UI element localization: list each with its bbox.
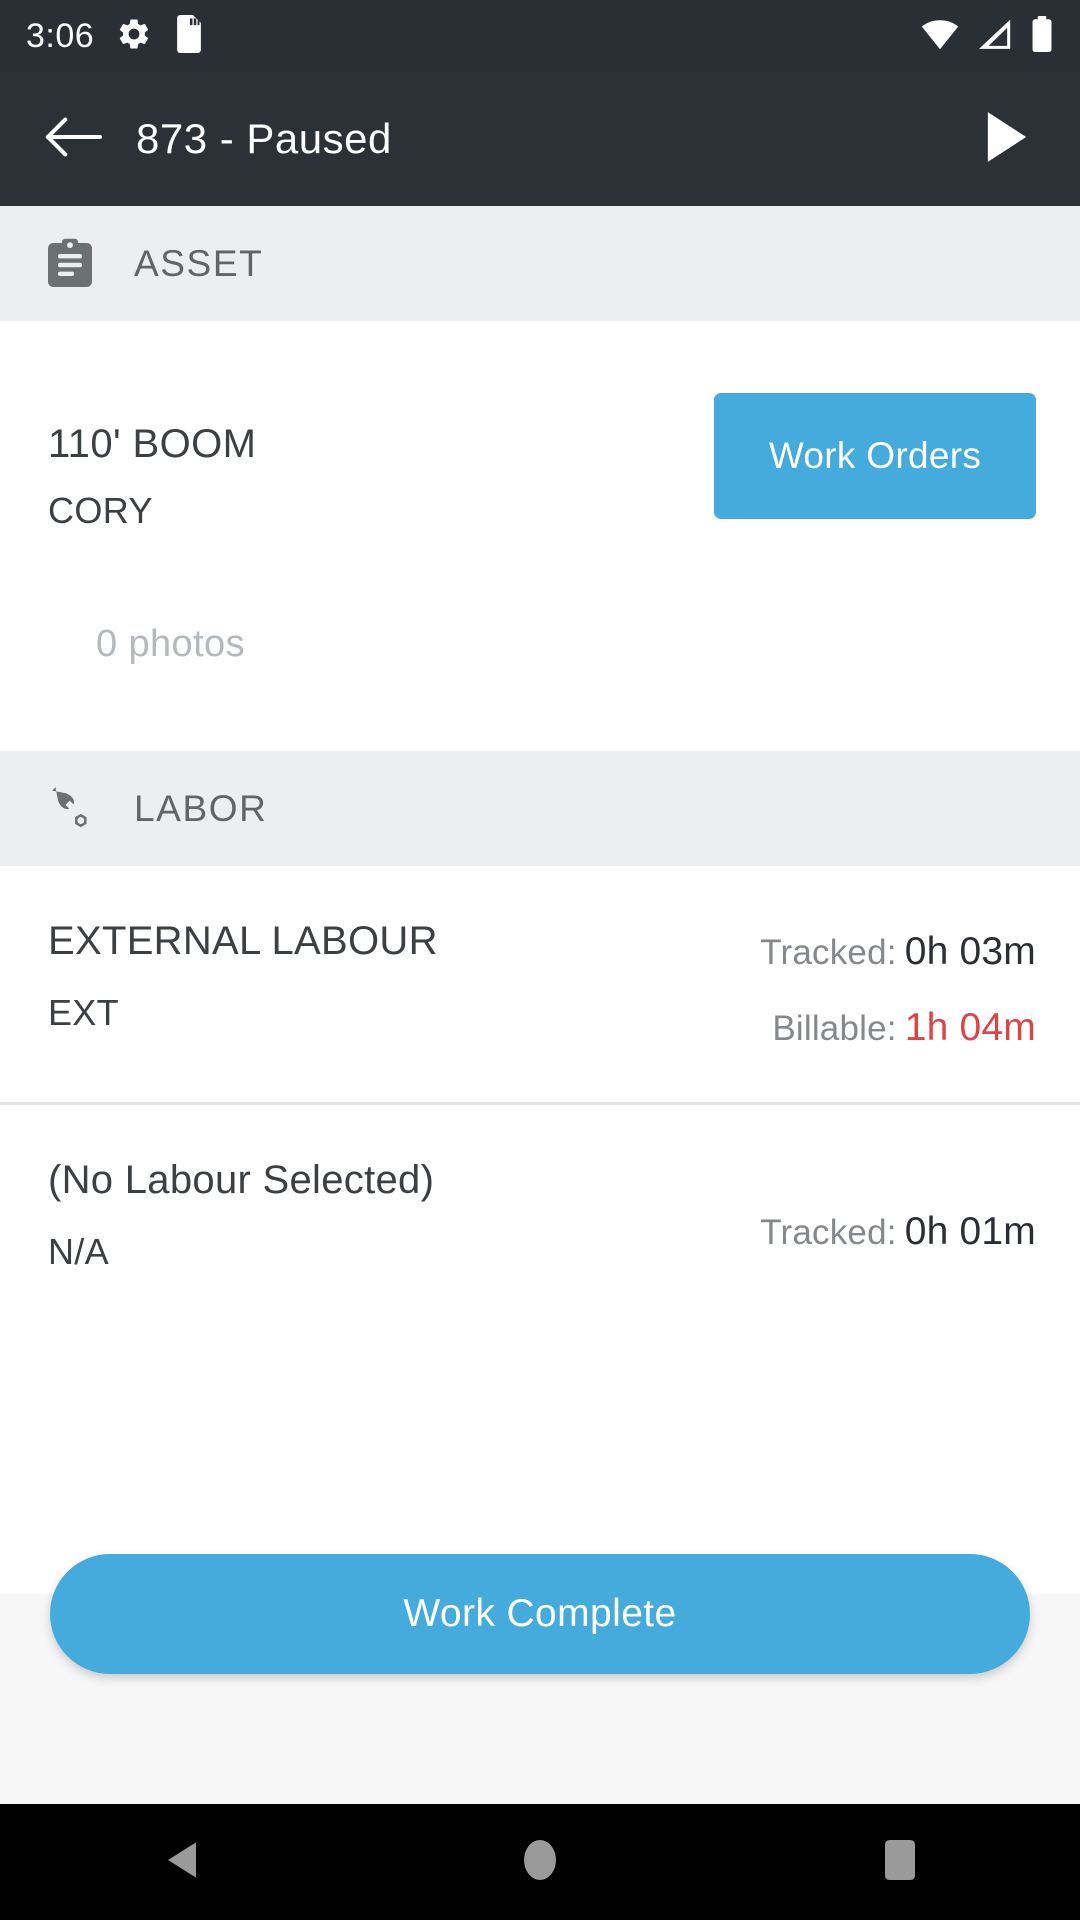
asset-text-block: 110' BOOM CORY [48,393,256,532]
nav-home-button[interactable] [465,1804,615,1920]
tracked-label: Tracked: [760,933,897,972]
status-bar-left: 3:06 [26,14,204,58]
work-orders-button[interactable]: Work Orders [714,393,1036,519]
labor-row[interactable]: EXTERNAL LABOUR EXT Tracked: 0h 03m Billa… [0,866,1080,1102]
resume-play-button[interactable] [964,96,1050,182]
signal-icon [976,18,1014,55]
tracked-time-line: Tracked: 0h 01m [760,1210,1036,1254]
labor-row-subtitle: EXT [48,992,119,1034]
labor-row[interactable]: (No Labour Selected) N/A Tracked: 0h 01m [0,1102,1080,1359]
asset-name: 110' BOOM [48,422,257,466]
page-title: 873 - Paused [136,115,392,162]
asset-subtitle: CORY [48,490,153,532]
arrow-left-icon [44,115,103,164]
labor-row-subtitle: N/A [48,1231,109,1273]
tracked-value: 0h 01m [904,1210,1036,1253]
status-bar: 3:06 [0,0,1080,72]
billable-value: 1h 04m [904,1006,1036,1049]
wifi-icon [920,18,960,55]
nav-recents-square-icon [884,1839,916,1886]
gear-icon [116,16,152,57]
asset-summary-row: 110' BOOM CORY Work Orders [0,393,1080,532]
tracked-value: 0h 03m [904,930,1036,973]
status-bar-right [920,15,1054,57]
nav-back-button[interactable] [105,1804,255,1920]
section-label-asset: ASSET [134,242,264,284]
tracked-time-line: Tracked: 0h 03m [760,930,1036,974]
labor-row-text-block: (No Labour Selected) N/A [48,1157,518,1273]
footer-area: Work Complete [0,1554,1080,1804]
back-button[interactable] [30,96,116,182]
section-header-labor: LABOR [0,751,1080,866]
nav-home-circle-icon [522,1838,558,1887]
tracked-label: Tracked: [760,1213,897,1252]
app-screen: 3:06 873 - Paused ASSET 110' BOOM CORY W… [0,0,1080,1920]
labor-row-times: Tracked: 0h 03m Billable: 1h 04m [760,918,1036,1050]
photos-count-label[interactable]: 0 photos [96,623,245,666]
section-label-labor: LABOR [134,787,268,829]
status-bar-clock: 3:06 [26,16,95,55]
labor-row-title: EXTERNAL LABOUR [48,919,438,963]
work-complete-button[interactable]: Work Complete [50,1554,1030,1674]
play-icon [984,110,1030,169]
app-bar: 873 - Paused [0,72,1080,206]
clipboard-icon [44,238,96,290]
sd-card-icon [174,14,204,58]
nav-recents-button[interactable] [825,1804,975,1920]
battery-icon [1030,15,1054,57]
billable-label: Billable: [772,1009,897,1048]
labor-row-text-block: EXTERNAL LABOUR EXT [48,918,518,1034]
android-nav-bar [0,1804,1080,1920]
billable-time-line: Billable: 1h 04m [760,1006,1036,1050]
wrench-nut-icon [44,783,96,835]
section-header-asset: ASSET [0,206,1080,321]
labor-row-title: (No Labour Selected) [48,1158,435,1202]
labor-row-times: Tracked: 0h 01m [760,1157,1036,1307]
nav-back-triangle-icon [162,1840,198,1885]
asset-section-body: 110' BOOM CORY Work Orders 0 photos [0,321,1080,751]
